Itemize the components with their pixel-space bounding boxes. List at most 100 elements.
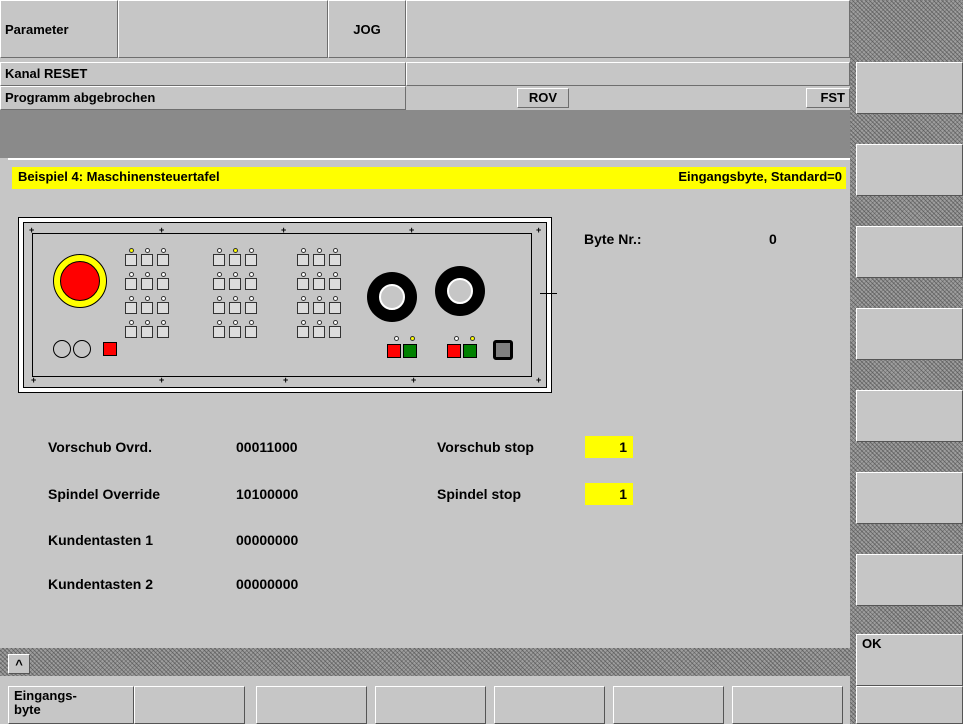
panel-key xyxy=(229,278,241,290)
red-key xyxy=(103,342,117,356)
green-key xyxy=(463,344,477,358)
panel-key xyxy=(297,278,309,290)
mount-mark: + xyxy=(159,375,165,385)
mount-mark: + xyxy=(409,225,415,235)
panel-key xyxy=(141,302,153,314)
red-key xyxy=(387,344,401,358)
horizontal-softkey-2[interactable] xyxy=(134,686,245,724)
led xyxy=(233,272,238,277)
panel-key xyxy=(297,254,309,266)
spindle-override-label: Spindel Override xyxy=(48,486,161,502)
feed-stop-value-field: 1 xyxy=(585,436,633,458)
led xyxy=(317,272,322,277)
panel-key xyxy=(157,302,169,314)
channel-state: Kanal RESET xyxy=(0,62,406,86)
spindle-override-value: 10100000 xyxy=(236,486,299,502)
status-bar xyxy=(406,86,850,110)
panel-key xyxy=(125,326,137,338)
vertical-softkey-3[interactable] xyxy=(856,226,963,278)
ok-softkey[interactable]: OK xyxy=(856,634,963,686)
key-switch xyxy=(73,340,91,358)
led xyxy=(129,248,134,253)
mount-mark: + xyxy=(159,225,165,235)
title-left: Beispiel 4: Maschinensteuertafel xyxy=(18,169,220,184)
led xyxy=(217,296,222,301)
led xyxy=(217,320,222,325)
program-state: Programm abgebrochen xyxy=(0,86,406,110)
vertical-softkey-4[interactable] xyxy=(856,308,963,360)
led xyxy=(145,296,150,301)
vertical-softkey-7[interactable] xyxy=(856,554,963,606)
panel-key xyxy=(313,254,325,266)
panel-key xyxy=(313,326,325,338)
recall-button[interactable]: ^ xyxy=(8,654,30,674)
led xyxy=(317,320,322,325)
horizontal-softkey-6[interactable] xyxy=(613,686,724,724)
horizontal-softkey-5[interactable] xyxy=(494,686,605,724)
panel-key xyxy=(329,302,341,314)
led xyxy=(410,336,415,341)
mount-mark: + xyxy=(283,375,289,385)
panel-key xyxy=(213,326,225,338)
key-switch xyxy=(53,340,71,358)
led xyxy=(161,320,166,325)
title-bar: Beispiel 4: Maschinensteuertafel Eingang… xyxy=(12,167,846,189)
led xyxy=(145,320,150,325)
led xyxy=(301,296,306,301)
panel-key xyxy=(297,302,309,314)
spindle-override-dial xyxy=(435,266,485,316)
feed-override-dial xyxy=(367,272,417,322)
panel-key xyxy=(229,254,241,266)
customer-keys-1-value: 00000000 xyxy=(236,532,299,548)
led xyxy=(317,296,322,301)
mount-mark: + xyxy=(536,225,542,235)
green-key xyxy=(403,344,417,358)
led xyxy=(217,248,222,253)
byte-number-value: 0 xyxy=(769,231,777,247)
vertical-softkey-6[interactable] xyxy=(856,472,963,524)
panel-key xyxy=(313,302,325,314)
recall-bar xyxy=(0,648,850,676)
mount-mark: + xyxy=(411,375,417,385)
horizontal-softkey-3[interactable] xyxy=(256,686,367,724)
machine-control-panel: + + + + + + + + + + xyxy=(18,217,552,393)
led xyxy=(301,320,306,325)
panel-key xyxy=(141,254,153,266)
panel-key xyxy=(141,278,153,290)
led xyxy=(161,272,166,277)
horizontal-softkey-7[interactable] xyxy=(732,686,843,724)
mount-mark: + xyxy=(31,375,37,385)
panel-key xyxy=(297,326,309,338)
panel-key xyxy=(125,302,137,314)
led xyxy=(233,248,238,253)
byte-number-label: Byte Nr.: xyxy=(584,231,642,247)
horizontal-softkey-4[interactable] xyxy=(375,686,486,724)
panel-key xyxy=(245,278,257,290)
customer-keys-2-value: 00000000 xyxy=(236,576,299,592)
panel-key xyxy=(313,278,325,290)
led xyxy=(129,272,134,277)
led xyxy=(233,296,238,301)
led xyxy=(217,272,222,277)
mount-mark: + xyxy=(536,375,542,385)
vertical-softkey-1[interactable] xyxy=(856,62,963,114)
led xyxy=(145,272,150,277)
panel-key xyxy=(213,254,225,266)
panel-key xyxy=(157,326,169,338)
header-empty-cell xyxy=(118,0,328,58)
led xyxy=(161,296,166,301)
emergency-stop-button xyxy=(53,254,107,308)
input-byte-softkey[interactable]: Eingangs- byte xyxy=(8,686,134,724)
led xyxy=(129,320,134,325)
mount-mark: + xyxy=(281,225,287,235)
horizontal-softkey-8[interactable] xyxy=(856,686,963,724)
led xyxy=(249,320,254,325)
led xyxy=(145,248,150,253)
vertical-softkey-2[interactable] xyxy=(856,144,963,196)
panel-key xyxy=(329,326,341,338)
mount-mark: + xyxy=(29,225,35,235)
panel-key xyxy=(329,254,341,266)
led xyxy=(470,336,475,341)
led xyxy=(333,248,338,253)
vertical-softkey-5[interactable] xyxy=(856,390,963,442)
